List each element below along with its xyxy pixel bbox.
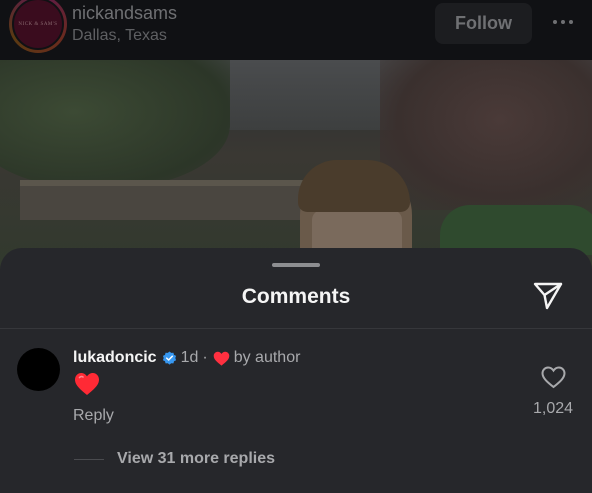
comments-title: Comments <box>241 285 351 308</box>
post-location[interactable]: Dallas, Texas <box>72 27 167 45</box>
sheet-divider <box>0 328 592 329</box>
meta-separator: · <box>202 349 208 366</box>
replies-divider-line <box>74 459 104 460</box>
sheet-drag-handle[interactable] <box>272 263 320 267</box>
photo-building <box>20 180 310 220</box>
avatar-logo-text: NICK & SAM'S <box>18 21 58 27</box>
liked-by-author-heart-icon <box>213 351 229 366</box>
photo-trees <box>380 60 592 210</box>
verified-badge-icon <box>162 350 176 365</box>
more-dot <box>569 20 573 24</box>
comment-author-avatar[interactable] <box>17 348 60 391</box>
paper-plane-icon[interactable] <box>532 281 564 311</box>
red-heart-emoji-icon <box>75 373 99 395</box>
liked-by-author-label: by author <box>233 349 301 366</box>
comment-author-username[interactable]: lukadoncic <box>73 349 157 367</box>
comment-like-count: 1,024 <box>532 400 574 417</box>
more-options-icon[interactable] <box>546 10 580 34</box>
more-dot <box>561 20 565 24</box>
post-author-avatar[interactable]: NICK & SAM'S <box>9 0 67 53</box>
comment-text <box>74 372 100 396</box>
app-screen: NICK & SAM'S nickandsams Dallas, Texas F… <box>0 0 592 493</box>
more-dot <box>553 20 557 24</box>
comments-sheet: Comments lukadoncic 1d · by author Reply… <box>0 248 592 493</box>
view-more-replies-button[interactable]: View 31 more replies <box>117 450 275 468</box>
heart-outline-icon[interactable] <box>541 366 566 389</box>
post-header: NICK & SAM'S nickandsams Dallas, Texas F… <box>0 0 592 60</box>
post-author-username[interactable]: nickandsams <box>72 3 177 24</box>
comment-timestamp: 1d <box>180 349 199 366</box>
reply-button[interactable]: Reply <box>73 407 114 425</box>
comment-meta: lukadoncic 1d · by author <box>73 348 300 368</box>
photo-person-hair <box>298 160 410 212</box>
follow-button[interactable]: Follow <box>435 3 532 44</box>
photo-trees <box>0 60 230 190</box>
avatar-logo: NICK & SAM'S <box>12 0 64 50</box>
